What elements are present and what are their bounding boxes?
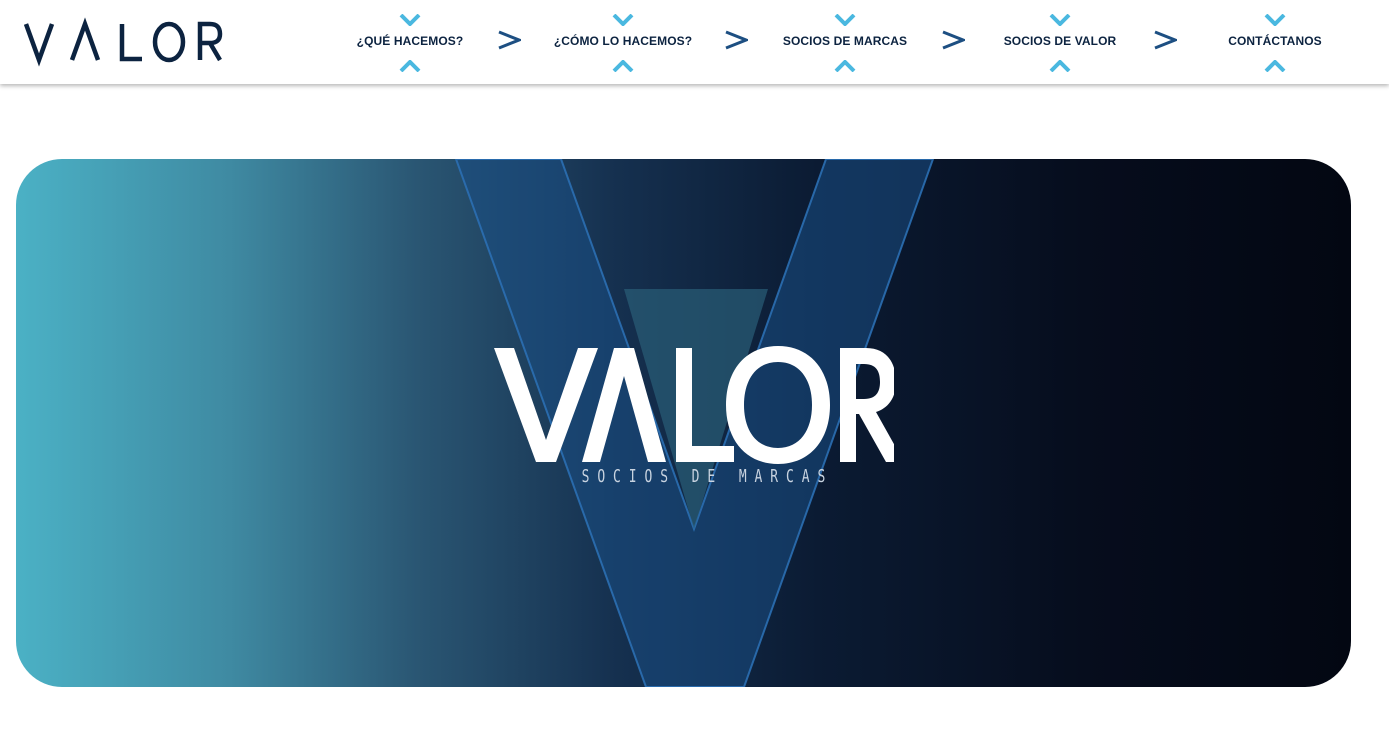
chevron-up-icon [1264, 60, 1286, 72]
chevron-up-icon [612, 60, 634, 72]
chevron-down-icon [1049, 14, 1071, 26]
chevron-up-icon [399, 60, 421, 72]
nav-label: ¿CÓMO LO HACEMOS? [553, 34, 693, 48]
brand-logo[interactable] [23, 14, 224, 68]
site-header: ¿QUÉ HACEMOS? ¿CÓMO LO HACEMOS? SOCIOS D… [0, 0, 1389, 84]
chevron-down-icon [834, 14, 856, 26]
nav-label: SOCIOS DE MARCAS [782, 34, 908, 48]
nav-item-socios-de-valor[interactable]: SOCIOS DE VALOR [1000, 0, 1120, 84]
nav-item-como-lo-hacemos[interactable]: ¿CÓMO LO HACEMOS? [553, 0, 693, 84]
nav-label: ¿QUÉ HACEMOS? [356, 34, 464, 48]
chevron-right-icon [942, 30, 965, 50]
chevron-down-icon [612, 14, 634, 26]
chevron-up-icon [834, 60, 856, 72]
nav-item-socios-de-marcas[interactable]: SOCIOS DE MARCAS [780, 0, 910, 84]
hero-tagline: SOCIOS DE MARCAS [581, 466, 834, 487]
chevron-down-icon [1264, 14, 1286, 26]
chevron-down-icon [399, 14, 421, 26]
nav-label: CONTÁCTANOS [1228, 34, 1322, 48]
nav-label: SOCIOS DE VALOR [1003, 34, 1117, 48]
nav-item-que-hacemos[interactable]: ¿QUÉ HACEMOS? [352, 0, 468, 84]
chevron-up-icon [1049, 60, 1071, 72]
nav-item-contactanos[interactable]: CONTÁCTANOS [1220, 0, 1330, 84]
valor-wordmark [23, 17, 223, 67]
hero-banner: SOCIOS DE MARCAS [16, 159, 1351, 687]
chevron-right-icon [725, 30, 748, 50]
chevron-right-icon [1154, 30, 1177, 50]
chevron-right-icon [498, 30, 521, 50]
